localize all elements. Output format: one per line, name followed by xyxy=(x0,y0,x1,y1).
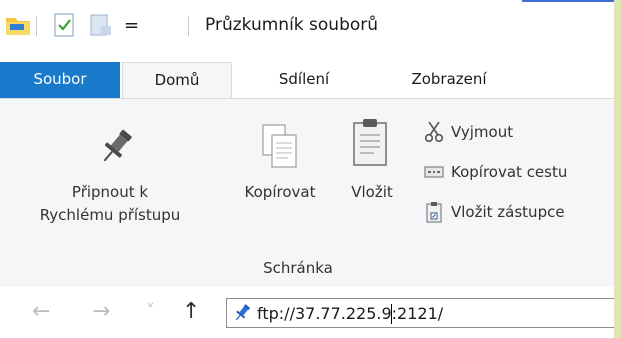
properties-icon[interactable] xyxy=(52,12,76,38)
window-title: Průzkumník souborů xyxy=(205,15,379,35)
qat-separator xyxy=(36,16,37,36)
recent-locations-button[interactable]: ˅ xyxy=(146,300,155,324)
address-input[interactable] xyxy=(257,301,597,325)
clipboard-group-label: Schránka xyxy=(263,259,333,277)
cut-icon xyxy=(424,121,444,143)
tab-view[interactable]: Zobrazení xyxy=(384,62,514,98)
pin-icon xyxy=(232,303,252,327)
title-accent-line xyxy=(522,0,614,2)
qat-separator-2 xyxy=(188,16,189,36)
text-caret xyxy=(391,304,392,324)
pin-to-quick-access-button[interactable]: Připnout k Rychlému přístupu xyxy=(0,119,220,239)
copy-path-button[interactable]: Kopírovat cestu xyxy=(424,159,567,185)
file-explorer-window: = Průzkumník souborů Soubor Domů Sdílení… xyxy=(0,0,614,338)
title-bar: = Průzkumník souborů xyxy=(0,0,614,62)
ribbon-home: Připnout k Rychlému přístupu Kopírovat V… xyxy=(0,98,614,288)
folder-icon xyxy=(4,12,32,38)
forward-button[interactable]: → xyxy=(92,300,110,324)
copy-label: Kopírovat xyxy=(244,183,316,201)
paste-icon xyxy=(350,117,390,171)
paste-label: Vložit xyxy=(351,183,393,201)
paste-shortcut-label: Vložit zástupce xyxy=(451,203,565,221)
tab-file[interactable]: Soubor xyxy=(0,62,120,98)
navigation-bar: ← → ˅ ↑ xyxy=(0,287,614,338)
tab-home[interactable]: Domů xyxy=(122,62,232,99)
copy-path-label: Kopírovat cestu xyxy=(451,163,568,181)
customize-qat-glyph: = xyxy=(124,14,140,36)
up-button[interactable]: ↑ xyxy=(182,300,200,324)
cut-button[interactable]: Vyjmout xyxy=(424,119,513,145)
paste-shortcut-button[interactable]: Vložit zástupce xyxy=(424,199,565,225)
paste-button[interactable]: Vložit xyxy=(336,115,408,225)
copy-path-icon xyxy=(424,162,444,182)
copy-icon xyxy=(260,123,298,173)
address-bar[interactable] xyxy=(226,298,614,328)
cut-label: Vyjmout xyxy=(451,123,514,141)
pin-label-line2: Rychlému přístupu xyxy=(39,206,181,224)
back-button[interactable]: ← xyxy=(32,300,50,324)
pin-icon xyxy=(96,127,136,171)
customize-qat-icon[interactable]: = xyxy=(124,12,139,38)
copy-button[interactable]: Kopírovat xyxy=(224,119,336,219)
paste-shortcut-icon xyxy=(424,202,444,223)
tab-share[interactable]: Sdílení xyxy=(254,62,354,98)
ribbon-tabs: Soubor Domů Sdílení Zobrazení xyxy=(0,62,614,99)
new-folder-icon[interactable] xyxy=(88,12,114,38)
pin-label-line1: Připnout k xyxy=(71,183,149,201)
